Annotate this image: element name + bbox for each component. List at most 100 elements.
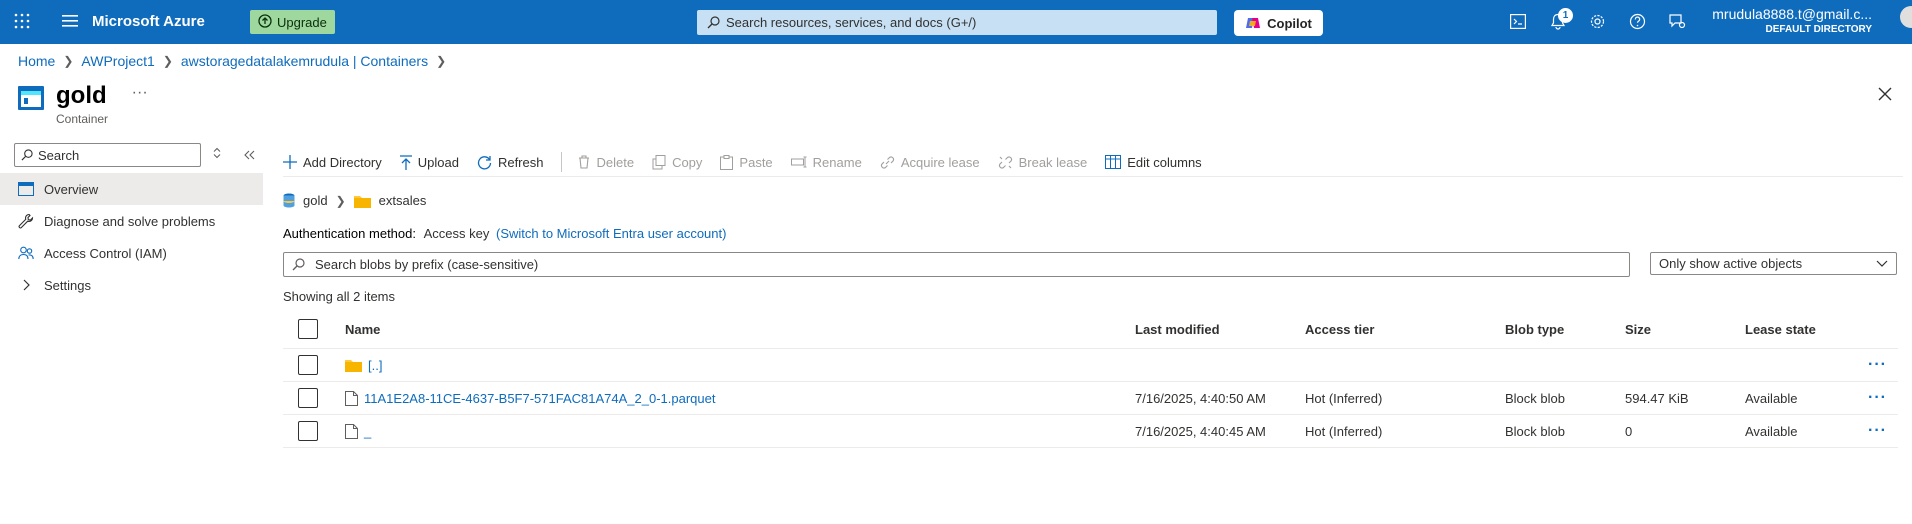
- copilot-button[interactable]: Copilot: [1234, 10, 1323, 36]
- account-menu[interactable]: mrudula8888.t@gmail.c... DEFAULT DIRECTO…: [1712, 6, 1872, 35]
- chevron-right-icon: ❯: [162, 54, 173, 68]
- row-checkbox[interactable]: [298, 355, 318, 375]
- table-row[interactable]: [..] ···: [283, 349, 1898, 382]
- upload-icon: [399, 154, 412, 170]
- edit-columns-button[interactable]: Edit columns: [1105, 155, 1202, 170]
- rename-button[interactable]: Rename: [790, 154, 862, 170]
- folder-icon: [353, 194, 371, 208]
- column-header-last-modified[interactable]: Last modified: [1135, 310, 1220, 348]
- blob-search-input[interactable]: Search blobs by prefix (case-sensitive): [283, 252, 1630, 277]
- blob-table: Name Last modified Access tier Blob type…: [283, 310, 1898, 448]
- parent-directory-link[interactable]: [..]: [368, 358, 382, 373]
- add-directory-label: Add Directory: [303, 154, 382, 170]
- column-header-lease-state[interactable]: Lease state: [1745, 310, 1816, 348]
- paste-label: Paste: [739, 154, 773, 170]
- sidebar-item-diagnose[interactable]: Diagnose and solve problems: [0, 205, 263, 237]
- wrench-icon: [18, 213, 34, 229]
- acquire-lease-button[interactable]: Acquire lease: [880, 155, 980, 170]
- lease-state-cell: Available: [1745, 390, 1798, 406]
- column-header-size[interactable]: Size: [1625, 310, 1651, 348]
- upload-label: Upload: [417, 154, 459, 170]
- break-lease-button[interactable]: Break lease: [998, 155, 1087, 170]
- path-root[interactable]: gold: [303, 193, 328, 208]
- breadcrumb-project[interactable]: AWProject1: [81, 53, 154, 69]
- more-options-button[interactable]: ···: [132, 84, 148, 102]
- file-icon: [345, 423, 358, 439]
- sidebar-item-overview[interactable]: Overview: [0, 173, 263, 205]
- overview-icon: [18, 182, 34, 196]
- app-launcher-icon[interactable]: [14, 13, 30, 29]
- container-cylinder-icon: [283, 193, 295, 208]
- search-icon: [292, 258, 305, 271]
- cloud-shell-icon[interactable]: [1510, 14, 1526, 29]
- global-search-input[interactable]: Search resources, services, and docs (G+…: [697, 10, 1217, 35]
- active-objects-dropdown[interactable]: Only show active objects: [1650, 252, 1897, 275]
- breadcrumb-storage-containers[interactable]: awstoragedatalakemrudula | Containers: [181, 53, 428, 69]
- sidebar-item-settings[interactable]: Settings: [0, 269, 263, 301]
- feedback-icon[interactable]: [1668, 13, 1686, 30]
- path-folder[interactable]: extsales: [379, 193, 427, 208]
- chevron-right-icon: [18, 279, 34, 291]
- sidebar-item-iam[interactable]: Access Control (IAM): [0, 237, 263, 269]
- dropdown-value: Only show active objects: [1659, 256, 1803, 271]
- blob-name-link[interactable]: 11A1E2A8-11CE-4637-B5F7-571FAC81A74A_2_0…: [364, 391, 715, 406]
- access-tier-cell: Hot (Inferred): [1305, 390, 1383, 406]
- row-more-button[interactable]: ···: [1868, 382, 1887, 414]
- toolbar-divider: [561, 152, 563, 172]
- table-row[interactable]: 11A1E2A8-11CE-4637-B5F7-571FAC81A74A_2_0…: [283, 382, 1898, 415]
- name-cell: _: [345, 415, 371, 447]
- column-header-access-tier[interactable]: Access tier: [1305, 310, 1374, 348]
- search-icon: [21, 149, 33, 161]
- page-title: gold: [56, 82, 107, 109]
- blob-type-cell: Block blob: [1505, 423, 1565, 439]
- row-checkbox[interactable]: [298, 421, 318, 441]
- table-row[interactable]: _ 7/16/2025, 4:40:45 AM Hot (Inferred) B…: [283, 415, 1898, 448]
- select-all-checkbox[interactable]: [298, 319, 318, 339]
- blob-name-link[interactable]: _: [364, 424, 371, 439]
- people-icon: [18, 245, 34, 261]
- brand-name[interactable]: Microsoft Azure: [92, 13, 205, 30]
- column-header-name[interactable]: Name: [345, 310, 380, 348]
- account-directory: DEFAULT DIRECTORY: [1765, 24, 1872, 35]
- edit-columns-icon: [1105, 155, 1122, 169]
- account-email: mrudula8888.t@gmail.c...: [1712, 6, 1872, 22]
- name-cell: 11A1E2A8-11CE-4637-B5F7-571FAC81A74A_2_0…: [345, 382, 715, 414]
- upgrade-button[interactable]: Upgrade: [250, 10, 335, 34]
- paste-button[interactable]: Paste: [720, 154, 773, 170]
- row-select-cell: [298, 382, 318, 414]
- select-all-cell: [298, 310, 318, 348]
- settings-gear-icon[interactable]: [1589, 13, 1606, 30]
- refresh-button[interactable]: Refresh: [477, 154, 544, 170]
- close-icon[interactable]: [1878, 84, 1892, 107]
- rename-icon: [790, 156, 807, 168]
- row-more-button[interactable]: ···: [1868, 415, 1887, 447]
- breadcrumb-home[interactable]: Home: [18, 53, 55, 69]
- column-header-blob-type[interactable]: Blob type: [1505, 310, 1564, 348]
- notifications-badge: 1: [1558, 8, 1573, 23]
- sort-toggle-icon[interactable]: [213, 147, 221, 162]
- sidebar-item-label: Diagnose and solve problems: [44, 213, 216, 229]
- rename-label: Rename: [812, 154, 862, 170]
- refresh-label: Refresh: [497, 154, 544, 170]
- search-icon: [707, 16, 720, 29]
- avatar[interactable]: [1900, 6, 1912, 28]
- access-tier-cell: Hot (Inferred): [1305, 423, 1383, 439]
- sidebar-nav: Overview Diagnose and solve problems Acc…: [0, 173, 263, 301]
- sidebar-search-input[interactable]: Search: [14, 143, 201, 167]
- upload-button[interactable]: Upload: [399, 154, 459, 170]
- chevron-right-icon: ❯: [436, 54, 447, 68]
- global-search-placeholder: Search resources, services, and docs (G+…: [726, 15, 977, 30]
- row-more-button[interactable]: ···: [1868, 349, 1887, 381]
- switch-auth-link[interactable]: (Switch to Microsoft Entra user account): [496, 226, 726, 241]
- copy-button[interactable]: Copy: [652, 154, 702, 170]
- chevron-right-icon: ❯: [63, 54, 74, 68]
- help-icon[interactable]: [1629, 13, 1646, 30]
- size-cell: 0: [1625, 423, 1633, 439]
- delete-button[interactable]: Delete: [578, 155, 634, 170]
- row-checkbox[interactable]: [298, 388, 318, 408]
- copilot-icon: [1245, 15, 1261, 31]
- menu-icon[interactable]: [62, 14, 78, 28]
- add-directory-button[interactable]: Add Directory: [283, 155, 382, 170]
- link-icon: [880, 155, 895, 170]
- collapse-sidebar-icon[interactable]: [243, 148, 255, 163]
